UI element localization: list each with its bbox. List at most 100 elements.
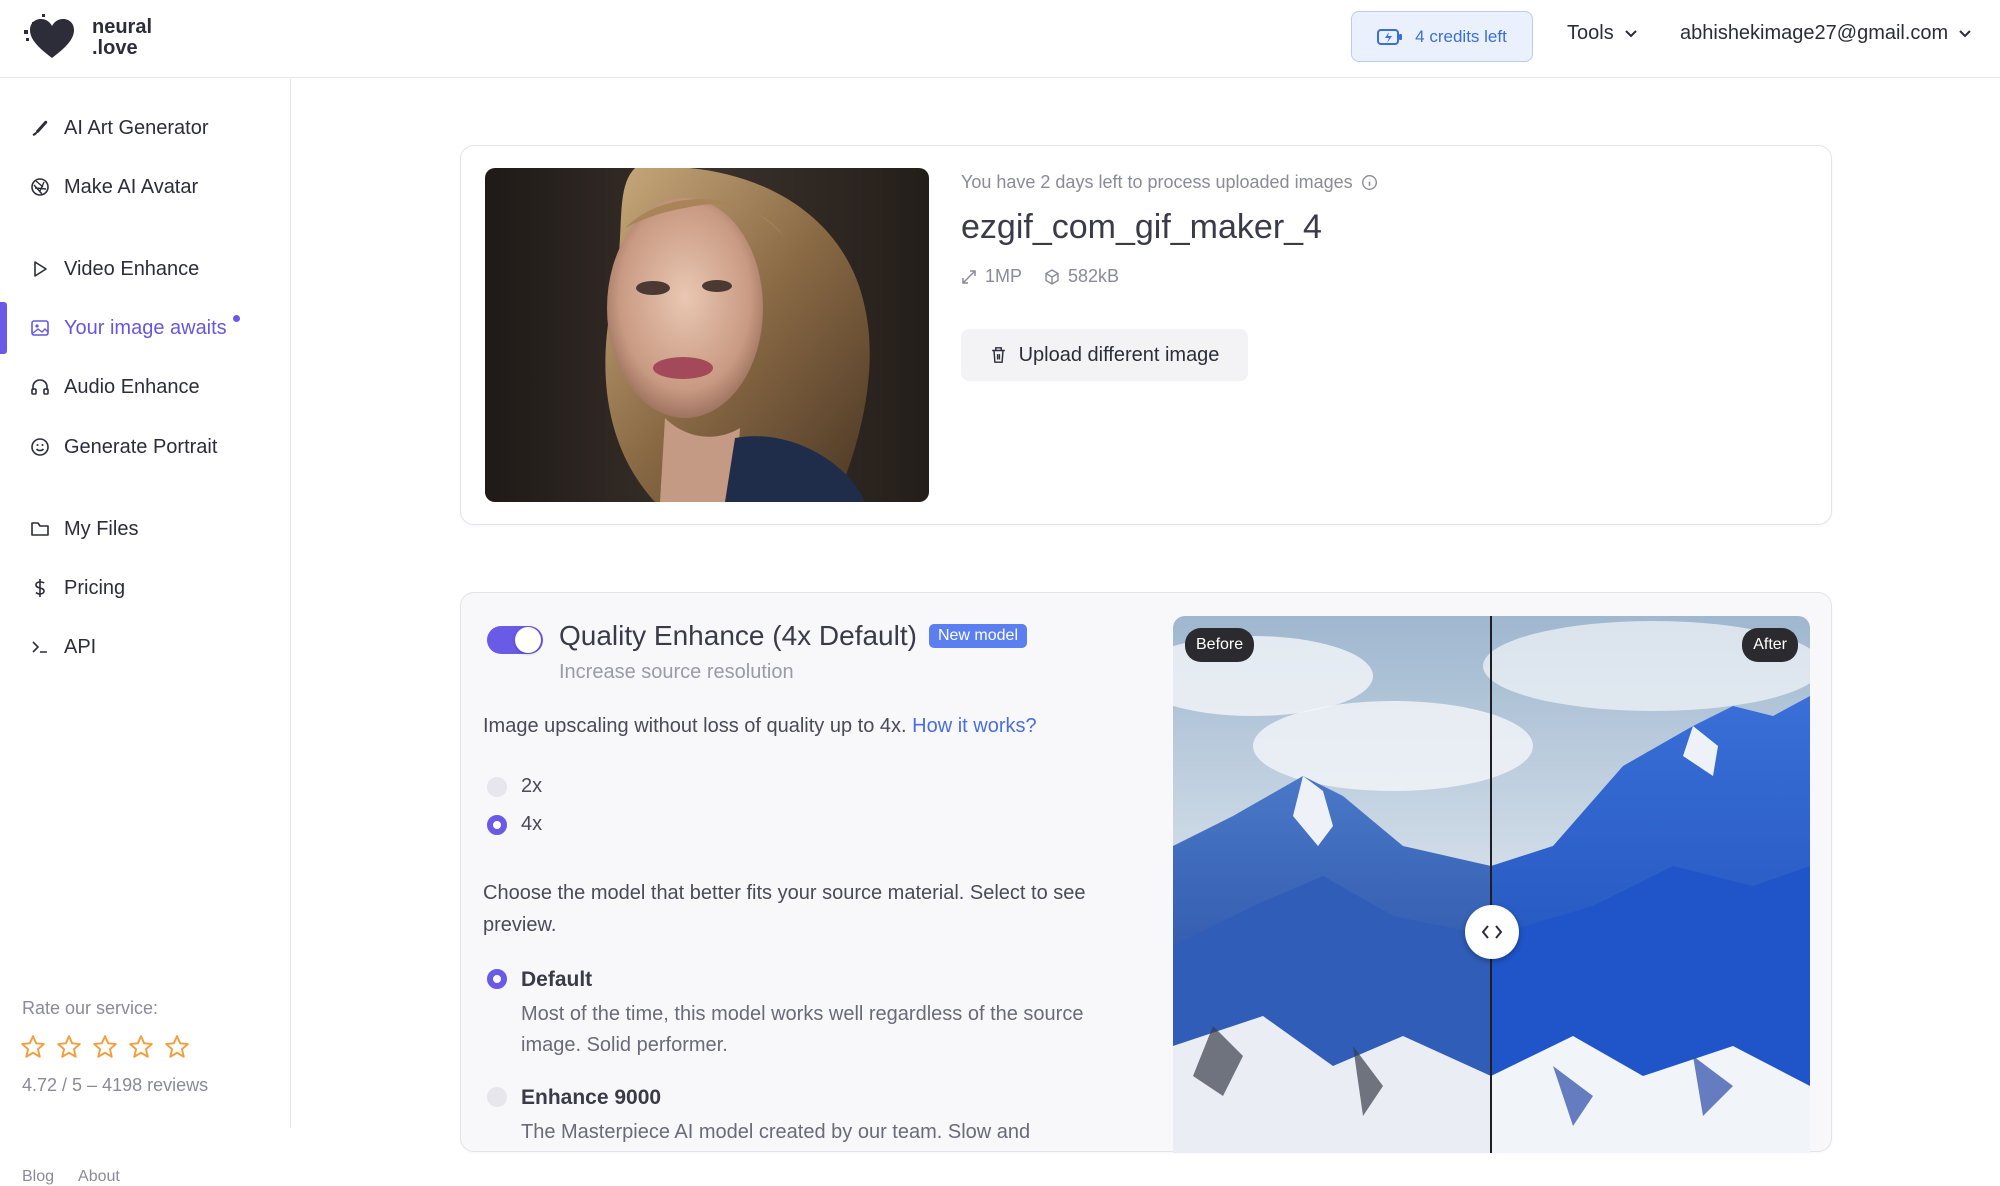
sidebar-item-audio-enhance[interactable]: Audio Enhance <box>0 361 290 413</box>
file-meta: 1MP 582kB <box>961 266 1119 287</box>
sidebar: AI Art Generator Make AI Avatar Video En… <box>0 79 291 1185</box>
choose-model-text: Choose the model that better fits your s… <box>483 882 1086 936</box>
comparison-slider-handle[interactable] <box>1465 905 1519 959</box>
model-default-title[interactable]: Default <box>521 968 592 992</box>
heart-logo-icon <box>24 14 74 58</box>
code-arrows-icon <box>1481 925 1503 939</box>
days-left-text: You have 2 days left to process uploaded… <box>961 172 1353 192</box>
image-icon <box>31 320 49 336</box>
tools-label: Tools <box>1567 22 1614 44</box>
logo-line1: neural <box>92 16 153 38</box>
radio-button[interactable] <box>487 814 507 835</box>
brush-icon <box>32 120 48 136</box>
quality-enhance-title: Quality Enhance (4x Default) <box>559 620 917 651</box>
quality-enhance-toggle[interactable] <box>487 626 543 654</box>
sidebar-item-your-image-awaits[interactable]: Your image awaits <box>0 302 290 354</box>
sidebar-item-my-files[interactable]: My Files <box>0 503 290 555</box>
file-name: ezgif_com_gif_maker_4 <box>961 208 1322 246</box>
rating-stars <box>20 1034 190 1060</box>
radio-button[interactable] <box>487 776 507 797</box>
uploaded-image-card: You have 2 days left to process uploaded… <box>460 145 1832 525</box>
credits-button[interactable]: 4 credits left <box>1351 11 1533 62</box>
sidebar-item-label: Make AI Avatar <box>64 175 199 198</box>
play-icon <box>34 261 47 277</box>
model-option-enhance-9000-radio[interactable] <box>487 1087 507 1107</box>
trash-icon <box>991 347 1005 363</box>
radio-button[interactable] <box>487 969 507 989</box>
cube-icon <box>1045 268 1059 285</box>
model-enhance-9000-title[interactable]: Enhance 9000 <box>521 1086 661 1110</box>
sidebar-item-label: Pricing <box>64 576 126 599</box>
blog-link[interactable]: Blog <box>22 1168 54 1186</box>
description-text: Image upscaling without loss of quality … <box>483 715 907 737</box>
resolution-value: 1MP <box>985 266 1023 286</box>
credits-label: 4 credits left <box>1415 26 1507 46</box>
sidebar-item-api[interactable]: API <box>0 621 290 673</box>
upload-button-label: Upload different image <box>1018 343 1220 366</box>
sidebar-item-label: AI Art Generator <box>64 116 209 139</box>
account-menu[interactable]: abhishekimage27@gmail.com <box>1680 22 1972 45</box>
footer-links: Blog About <box>22 1168 120 1186</box>
new-model-badge: New model <box>928 624 1027 648</box>
logo-line2: .love <box>92 37 138 59</box>
quality-enhance-subtitle: Increase source resolution <box>559 661 794 683</box>
star-icon[interactable] <box>128 1034 154 1060</box>
sidebar-item-generate-portrait[interactable]: Generate Portrait <box>0 421 290 473</box>
account-email: abhishekimage27@gmail.com <box>1680 22 1949 44</box>
info-icon[interactable] <box>1361 174 1378 191</box>
folder-icon <box>31 522 49 536</box>
headphones-icon <box>31 379 49 395</box>
sidebar-item-make-ai-avatar[interactable]: Make AI Avatar <box>0 161 290 213</box>
chevron-down-icon <box>1624 29 1637 37</box>
comparison-divider[interactable] <box>1490 616 1492 1153</box>
terminal-icon <box>32 641 47 653</box>
sidebar-item-video-enhance[interactable]: Video Enhance <box>0 243 290 295</box>
star-icon[interactable] <box>20 1034 46 1060</box>
top-header: neural .love 4 credits left Tools abhish… <box>0 0 2000 78</box>
aperture-icon <box>31 178 49 196</box>
filesize-value: 582kB <box>1068 266 1120 286</box>
how-it-works-link[interactable]: How it works? <box>912 715 1036 737</box>
sidebar-item-label: My Files <box>64 517 139 540</box>
scale-option-label: 4x <box>521 813 543 835</box>
sidebar-item-label: Video Enhance <box>64 257 200 280</box>
smile-icon <box>31 438 49 456</box>
sidebar-item-label: Your image awaits <box>64 316 227 339</box>
about-link[interactable]: About <box>78 1168 120 1186</box>
battery-icon <box>1377 28 1403 45</box>
sidebar-item-label: API <box>64 635 97 658</box>
uploaded-image-thumbnail <box>485 168 929 502</box>
sidebar-item-label: Generate Portrait <box>64 435 218 458</box>
star-icon[interactable] <box>92 1034 118 1060</box>
scale-option-label: 2x <box>521 775 543 797</box>
quality-enhance-card: Quality Enhance (4x Default) New model I… <box>460 592 1832 1153</box>
days-left-notice: You have 2 days left to process uploaded… <box>961 172 1378 193</box>
expand-icon <box>962 269 976 284</box>
sidebar-item-ai-art-generator[interactable]: AI Art Generator <box>0 102 290 154</box>
sidebar-item-pricing[interactable]: Pricing <box>0 562 290 614</box>
quality-enhance-heading: Quality Enhance (4x Default) New model <box>559 620 1027 652</box>
resolution-info: 1MP <box>961 266 1022 287</box>
logo[interactable]: neural .love <box>22 14 152 62</box>
filesize-info: 582kB <box>1044 266 1119 287</box>
model-option-default-radio[interactable] <box>487 969 507 989</box>
radio-button[interactable] <box>487 1087 507 1107</box>
dollar-icon <box>35 579 45 597</box>
scale-option-2x[interactable]: 2x <box>487 775 542 798</box>
model-enhance-9000-description: The Masterpiece AI model created by our … <box>521 1121 1031 1143</box>
tools-menu[interactable]: Tools <box>1567 22 1638 45</box>
model-default-description: Most of the time, this model works well … <box>521 1003 1084 1056</box>
star-icon[interactable] <box>56 1034 82 1060</box>
scale-option-4x[interactable]: 4x <box>487 813 542 836</box>
notification-dot <box>232 314 240 322</box>
sidebar-item-label: Audio Enhance <box>64 375 200 398</box>
rate-label: Rate our service: <box>22 998 159 1018</box>
reviews-summary: 4.72 / 5 – 4198 reviews <box>22 1075 209 1095</box>
star-icon[interactable] <box>164 1034 190 1060</box>
before-after-preview[interactable]: Before After <box>1173 616 1810 1153</box>
before-label: Before <box>1185 628 1255 662</box>
quality-enhance-description: Image upscaling without loss of quality … <box>483 715 1037 738</box>
chevron-down-icon <box>1959 29 1971 37</box>
toggle-knob <box>515 627 541 653</box>
upload-different-image-button[interactable]: Upload different image <box>961 329 1248 381</box>
